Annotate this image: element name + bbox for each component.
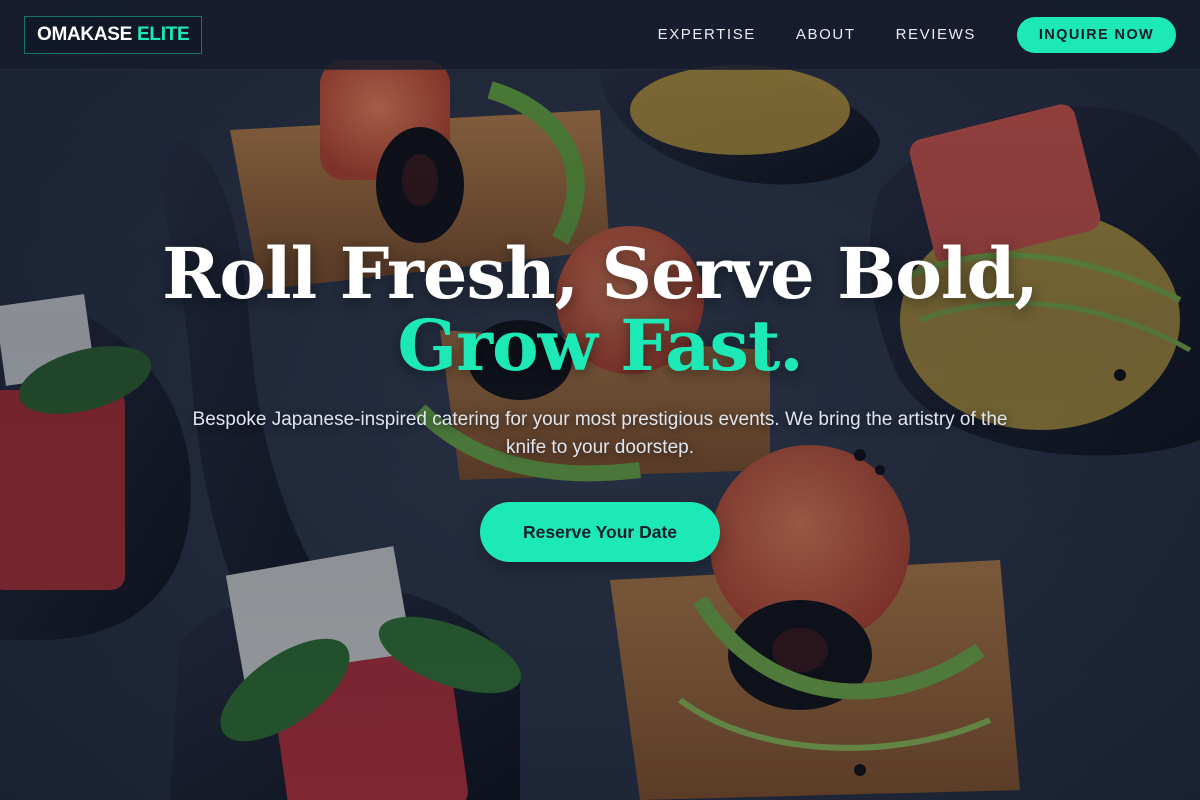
- inquire-now-button[interactable]: INQUIRE NOW: [1017, 16, 1176, 53]
- hero-subtitle: Bespoke Japanese-inspired catering for y…: [192, 409, 1008, 458]
- nav-link-about[interactable]: ABOUT: [796, 26, 856, 43]
- reserve-your-date-button[interactable]: Reserve Your Date: [480, 502, 720, 562]
- nav-link-expertise[interactable]: EXPERTISE: [658, 26, 756, 43]
- top-navbar: OMAKASE ELITE EXPERTISE ABOUT REVIEWS IN…: [0, 0, 1200, 70]
- nav-link-reviews[interactable]: REVIEWS: [896, 26, 976, 43]
- main-nav: EXPERTISE ABOUT REVIEWS INQUIRE NOW: [658, 16, 1176, 53]
- brand-logo[interactable]: OMAKASE ELITE: [24, 15, 203, 54]
- hero-title: Roll Fresh, Serve Bold, Grow Fast.: [0, 238, 1200, 382]
- brand-name-accent: ELITE: [137, 23, 190, 45]
- hero-title-line1: Roll Fresh, Serve Bold,: [162, 232, 1039, 315]
- brand-name-main: OMAKASE: [37, 23, 133, 45]
- hero-title-line2-accent: Grow Fast.: [397, 304, 803, 387]
- hero-section: Roll Fresh, Serve Bold, Grow Fast. Bespo…: [0, 70, 1200, 800]
